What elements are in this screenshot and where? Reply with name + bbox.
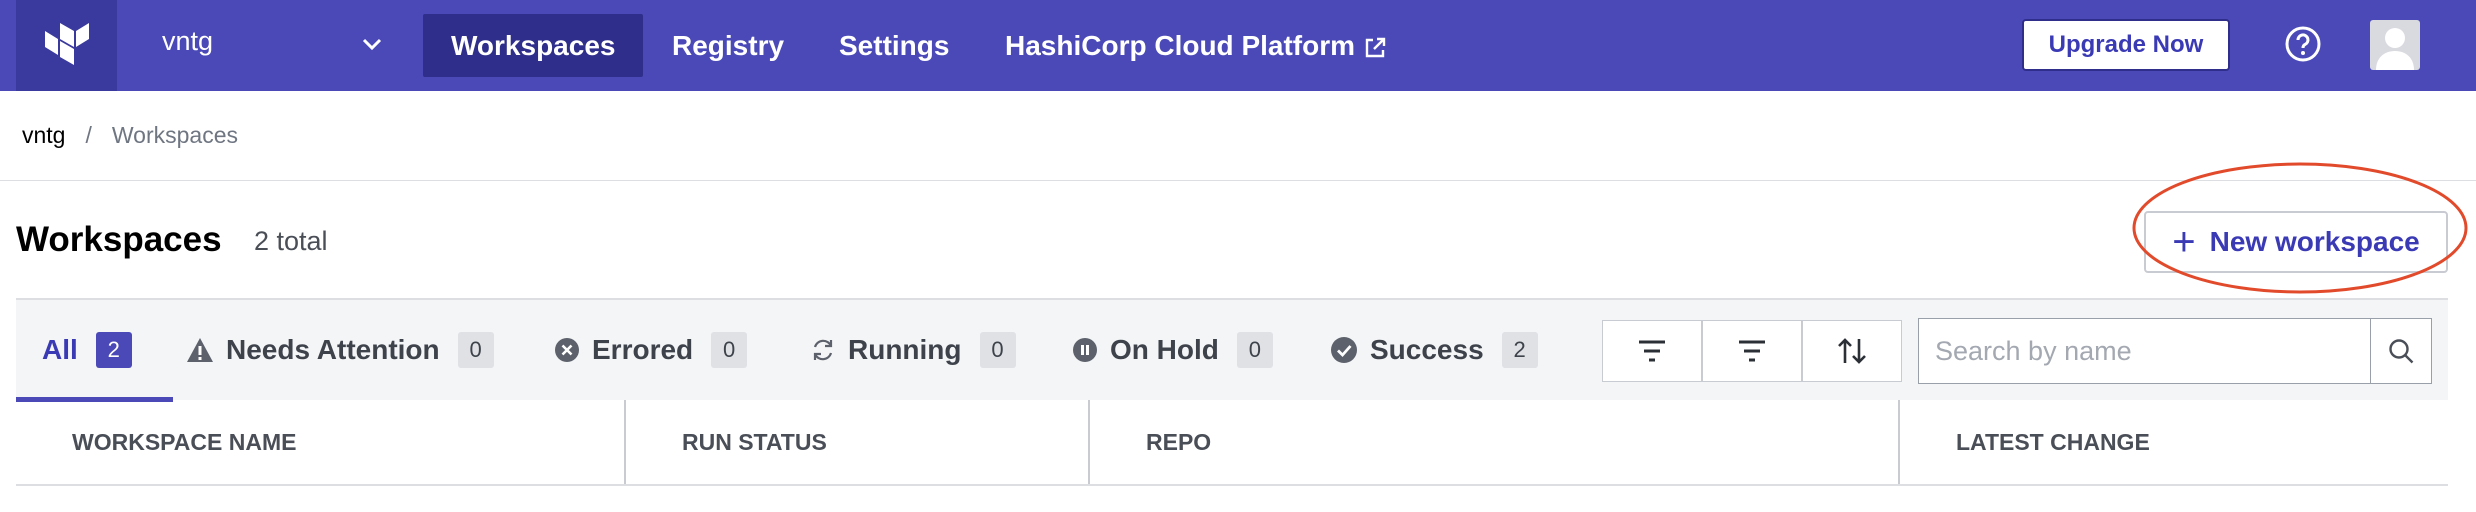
tab-on-hold-label: On Hold bbox=[1110, 334, 1219, 365]
nav-registry[interactable]: Registry bbox=[644, 14, 812, 77]
search-box bbox=[1918, 318, 2432, 384]
nav-workspaces[interactable]: Workspaces bbox=[423, 14, 644, 77]
top-navigation-bar: vntg Workspaces Registry Settings HashiC… bbox=[0, 0, 2476, 91]
breadcrumb-separator: / bbox=[85, 122, 92, 148]
sort-icon bbox=[1838, 338, 1866, 364]
sort-button[interactable] bbox=[1802, 320, 1902, 382]
search-input[interactable] bbox=[1919, 319, 2370, 383]
tab-running[interactable]: Running 0 bbox=[810, 300, 1016, 400]
pause-circle-icon bbox=[1072, 337, 1098, 363]
column-header-workspace-name[interactable]: WORKSPACE NAME bbox=[16, 400, 624, 484]
tab-on-hold-count: 0 bbox=[1236, 332, 1273, 368]
filter-icon bbox=[1639, 340, 1665, 362]
check-circle-icon bbox=[1330, 336, 1358, 364]
tab-errored-label: Errored bbox=[592, 334, 694, 365]
tab-success-label: Success bbox=[1370, 334, 1484, 365]
tab-success-count: 2 bbox=[1501, 332, 1538, 368]
tab-errored[interactable]: Errored 0 bbox=[554, 300, 748, 400]
help-icon[interactable] bbox=[2283, 24, 2323, 64]
tab-needs-attention-label: Needs Attention bbox=[226, 334, 440, 365]
search-icon bbox=[2389, 339, 2414, 364]
tab-all-count: 2 bbox=[95, 332, 132, 368]
tab-running-label: Running bbox=[848, 334, 962, 365]
tab-needs-attention[interactable]: Needs Attention 0 bbox=[186, 300, 494, 400]
breadcrumb-org-link[interactable]: vntg bbox=[22, 122, 65, 148]
breadcrumb: vntg / Workspaces bbox=[22, 122, 238, 149]
filter-tags-button[interactable] bbox=[1702, 320, 1802, 382]
user-icon bbox=[2376, 28, 2414, 70]
upgrade-now-button[interactable]: Upgrade Now bbox=[2022, 19, 2230, 71]
filter-icon bbox=[1739, 340, 1765, 362]
tab-all[interactable]: All 2 bbox=[42, 300, 132, 400]
chevron-down-icon[interactable] bbox=[358, 30, 386, 58]
search-button[interactable] bbox=[2370, 319, 2431, 383]
terraform-logo-icon bbox=[44, 22, 89, 65]
org-switcher-label[interactable]: vntg bbox=[162, 26, 213, 57]
nav-hcp-label: HashiCorp Cloud Platform bbox=[1005, 30, 1356, 61]
warning-icon bbox=[186, 337, 214, 363]
nav-settings[interactable]: Settings bbox=[811, 14, 977, 77]
column-header-latest-change[interactable]: LATEST CHANGE bbox=[1900, 400, 2448, 484]
external-link-icon bbox=[1365, 37, 1386, 57]
error-circle-icon bbox=[554, 337, 580, 363]
status-filter-bar: All 2 Needs Attention 0 Errored 0 Runnin… bbox=[16, 298, 2448, 402]
highlight-annotation-oval bbox=[2132, 162, 2468, 294]
divider bbox=[0, 180, 2476, 181]
tab-all-label: All bbox=[42, 334, 78, 365]
column-header-repo[interactable]: REPO bbox=[1090, 400, 1898, 484]
tab-success[interactable]: Success 2 bbox=[1330, 300, 1538, 400]
page-title: Workspaces bbox=[16, 220, 222, 259]
tab-needs-attention-count: 0 bbox=[457, 332, 494, 368]
workspace-total-count: 2 total bbox=[254, 226, 328, 256]
column-header-run-status[interactable]: RUN STATUS bbox=[626, 400, 1088, 484]
nav-hashicorp-cloud-platform[interactable]: HashiCorp Cloud Platform bbox=[977, 14, 1415, 77]
tab-on-hold[interactable]: On Hold 0 bbox=[1072, 300, 1273, 400]
tab-errored-count: 0 bbox=[711, 332, 748, 368]
breadcrumb-current-page: Workspaces bbox=[111, 122, 238, 148]
tab-running-count: 0 bbox=[979, 332, 1016, 368]
refresh-icon bbox=[810, 337, 836, 363]
terraform-logo[interactable] bbox=[16, 0, 117, 91]
avatar[interactable] bbox=[2370, 20, 2420, 70]
workspaces-table-header: WORKSPACE NAME RUN STATUS REPO LATEST CH… bbox=[16, 400, 2448, 486]
filter-button[interactable] bbox=[1602, 320, 1702, 382]
